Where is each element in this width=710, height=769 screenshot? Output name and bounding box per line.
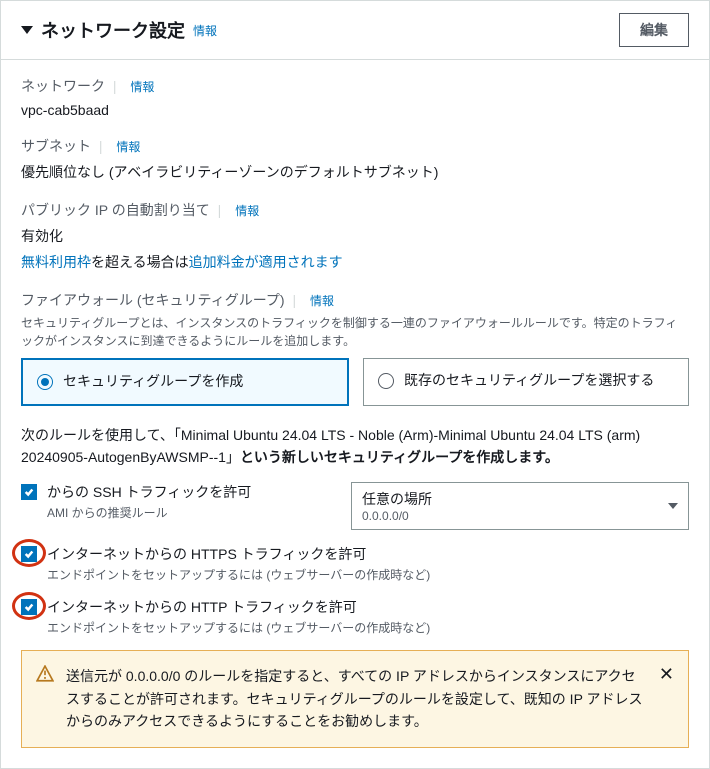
network-label-text: ネットワーク bbox=[21, 78, 105, 94]
publicip-field: パブリック IP の自動割り当て | 情報 有効化 無料利用枠を超える場合は追加… bbox=[21, 200, 689, 272]
subnet-label-text: サブネット bbox=[21, 138, 91, 154]
radio-icon bbox=[378, 373, 394, 389]
network-field: ネットワーク | 情報 vpc-cab5baad bbox=[21, 76, 689, 118]
warning-text: 送信元が 0.0.0.0/0 のルールを指定すると、すべての IP アドレスから… bbox=[66, 665, 647, 732]
select-sub: 0.0.0.0/0 bbox=[362, 509, 678, 523]
http-label: インターネットからの HTTP トラフィックを許可 bbox=[47, 597, 689, 617]
firewall-desc: セキュリティグループとは、インスタンスのトラフィックを制御する一連のファイアウォ… bbox=[21, 314, 689, 350]
radio-existing-sg[interactable]: 既存のセキュリティグループを選択する bbox=[363, 358, 689, 406]
extra-charge-link[interactable]: 追加料金が適用されます bbox=[189, 254, 343, 270]
radio-icon bbox=[37, 374, 53, 390]
free-tier-note: 無料利用枠を超える場合は追加料金が適用されます bbox=[21, 252, 689, 272]
warning-icon bbox=[36, 665, 54, 683]
ssh-label: からの SSH トラフィックを許可 bbox=[47, 482, 337, 502]
firewall-label-text: ファイアウォール (セキュリティグループ) bbox=[21, 292, 285, 308]
rule-text-3: という新しいセキュリティグループを作成します。 bbox=[240, 449, 559, 465]
free-tier-text: を超える場合は bbox=[91, 254, 189, 270]
check-icon bbox=[24, 487, 34, 497]
separator: | bbox=[99, 138, 103, 154]
panel-info-link[interactable]: 情報 bbox=[193, 22, 217, 39]
free-tier-link[interactable]: 無料利用枠 bbox=[21, 254, 91, 270]
panel-body: ネットワーク | 情報 vpc-cab5baad サブネット | 情報 優先順位… bbox=[1, 60, 709, 768]
radio-create-label: セキュリティグループを作成 bbox=[63, 372, 243, 392]
chevron-down-icon bbox=[668, 503, 678, 509]
publicip-label-text: パブリック IP の自動割り当て bbox=[21, 202, 210, 218]
separator: | bbox=[292, 292, 296, 308]
warning-box: 送信元が 0.0.0.0/0 のルールを指定すると、すべての IP アドレスから… bbox=[21, 650, 689, 747]
sg-rule-text: 次のルールを使用して、「Minimal Ubuntu 24.04 LTS - N… bbox=[21, 424, 689, 469]
separator: | bbox=[113, 78, 117, 94]
https-checkbox[interactable] bbox=[21, 546, 37, 562]
network-info-link[interactable]: 情報 bbox=[130, 80, 154, 94]
https-row: インターネットからの HTTPS トラフィックを許可 エンドポイントをセットアッ… bbox=[21, 544, 689, 583]
panel-header-left[interactable]: ネットワーク設定 情報 bbox=[21, 17, 217, 43]
sg-radio-group: セキュリティグループを作成 既存のセキュリティグループを選択する bbox=[21, 358, 689, 406]
network-label: ネットワーク | 情報 bbox=[21, 76, 689, 96]
panel-title: ネットワーク設定 bbox=[41, 17, 185, 43]
check-icon bbox=[24, 549, 34, 559]
firewall-info-link[interactable]: 情報 bbox=[310, 294, 334, 308]
subnet-field: サブネット | 情報 優先順位なし (アベイラビリティーゾーンのデフォルトサブネ… bbox=[21, 136, 689, 182]
edit-button[interactable]: 編集 bbox=[619, 13, 689, 47]
radio-create-sg[interactable]: セキュリティグループを作成 bbox=[21, 358, 349, 406]
https-desc: エンドポイントをセットアップするには (ウェブサーバーの作成時など) bbox=[47, 566, 689, 583]
firewall-field: ファイアウォール (セキュリティグループ) | 情報 セキュリティグループとは、… bbox=[21, 290, 689, 406]
separator: | bbox=[218, 202, 222, 218]
subnet-label: サブネット | 情報 bbox=[21, 136, 689, 156]
close-icon[interactable]: ✕ bbox=[659, 665, 674, 732]
rule-text-2: 」 bbox=[226, 449, 240, 465]
publicip-info-link[interactable]: 情報 bbox=[235, 204, 259, 218]
ssh-row: からの SSH トラフィックを許可 AMI からの推奨ルール 任意の場所 0.0… bbox=[21, 482, 689, 530]
subnet-info-link[interactable]: 情報 bbox=[116, 140, 140, 154]
http-checkbox[interactable] bbox=[21, 599, 37, 615]
select-main: 任意の場所 bbox=[362, 489, 678, 509]
http-desc: エンドポイントをセットアップするには (ウェブサーバーの作成時など) bbox=[47, 619, 689, 636]
radio-existing-label: 既存のセキュリティグループを選択する bbox=[404, 371, 654, 391]
https-label: インターネットからの HTTPS トラフィックを許可 bbox=[47, 544, 689, 564]
publicip-value: 有効化 bbox=[21, 226, 689, 246]
check-icon bbox=[24, 602, 34, 612]
network-settings-panel: ネットワーク設定 情報 編集 ネットワーク | 情報 vpc-cab5baad … bbox=[0, 0, 710, 769]
http-row: インターネットからの HTTP トラフィックを許可 エンドポイントをセットアップ… bbox=[21, 597, 689, 636]
ssh-source-select[interactable]: 任意の場所 0.0.0.0/0 bbox=[351, 482, 689, 530]
network-value: vpc-cab5baad bbox=[21, 102, 689, 118]
rule-text-1: 次のルールを使用して、「 bbox=[21, 427, 181, 443]
firewall-label: ファイアウォール (セキュリティグループ) | 情報 bbox=[21, 290, 689, 310]
subnet-value: 優先順位なし (アベイラビリティーゾーンのデフォルトサブネット) bbox=[21, 162, 689, 182]
ssh-desc: AMI からの推奨ルール bbox=[47, 504, 337, 521]
collapse-triangle-icon bbox=[21, 26, 33, 34]
publicip-label: パブリック IP の自動割り当て | 情報 bbox=[21, 200, 689, 220]
ssh-checkbox[interactable] bbox=[21, 484, 37, 500]
panel-header: ネットワーク設定 情報 編集 bbox=[1, 1, 709, 60]
